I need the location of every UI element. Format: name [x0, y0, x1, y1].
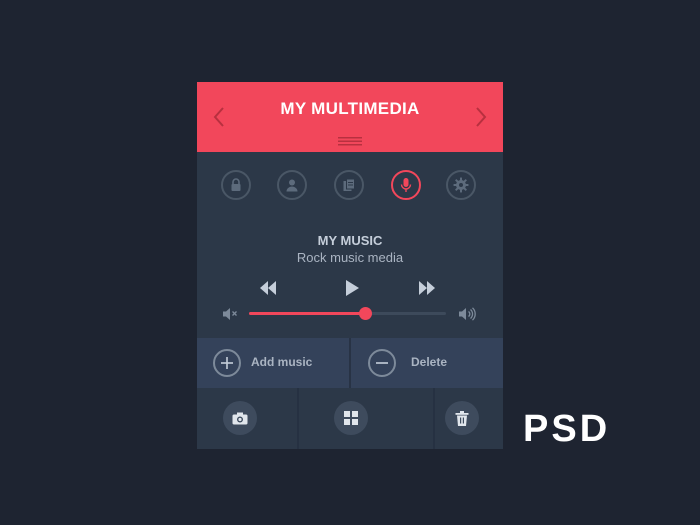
- delete-label: Delete: [411, 355, 448, 369]
- rewind-button[interactable]: [259, 281, 277, 300]
- grid-icon: [344, 411, 358, 425]
- volume-slider[interactable]: [249, 307, 446, 320]
- play-button[interactable]: [344, 280, 360, 301]
- grid-button[interactable]: [334, 401, 368, 435]
- bottom-divider-1: [297, 388, 299, 449]
- fast-forward-icon: [419, 281, 435, 295]
- page-title: MY MULTIMEDIA: [280, 99, 420, 118]
- psd-badge: PSD: [523, 408, 611, 450]
- plus-icon: [221, 357, 233, 369]
- music-title: MY MUSIC: [317, 233, 383, 248]
- camera-button[interactable]: [223, 401, 257, 435]
- add-music-button[interactable]: Add music: [197, 338, 349, 388]
- trash-button[interactable]: [445, 401, 479, 435]
- volume-slider-knob[interactable]: [359, 307, 373, 320]
- icon-toolbar: [197, 152, 503, 220]
- multimedia-widget: MY MULTIMEDIA MY MUSIC Rock music media …: [197, 82, 503, 449]
- header-bar: MY MULTIMEDIA: [197, 82, 503, 152]
- trash-icon: [455, 410, 469, 426]
- next-button[interactable]: [473, 105, 489, 129]
- menu-lines-icon: [338, 137, 362, 146]
- plus-circle: [213, 349, 241, 377]
- user-button[interactable]: [277, 170, 307, 200]
- microphone-icon: [400, 178, 412, 192]
- delete-button[interactable]: Delete: [351, 338, 503, 388]
- action-bar: Add music Delete: [197, 338, 503, 388]
- music-subtitle: Rock music media: [296, 250, 404, 265]
- microphone-button[interactable]: [391, 170, 421, 200]
- chevron-right-icon: [476, 107, 487, 127]
- mute-button[interactable]: [222, 307, 240, 326]
- rewind-icon: [260, 281, 276, 295]
- settings-button[interactable]: [446, 170, 476, 200]
- lock-icon: [231, 178, 241, 191]
- lock-button[interactable]: [221, 170, 251, 200]
- gear-icon: [453, 177, 469, 193]
- minus-icon: [376, 362, 388, 364]
- user-icon: [286, 179, 298, 192]
- camera-icon: [232, 412, 248, 424]
- volume-mute-icon: [223, 308, 237, 320]
- add-music-label: Add music: [251, 355, 313, 369]
- bottom-toolbar: [197, 388, 503, 449]
- volume-up-button[interactable]: [458, 307, 478, 326]
- document-button[interactable]: [334, 170, 364, 200]
- document-icon: [343, 178, 355, 191]
- volume-slider-fill: [249, 312, 366, 315]
- menu-handle[interactable]: [338, 133, 362, 146]
- fast-forward-button[interactable]: [418, 281, 436, 300]
- volume-up-icon: [459, 307, 476, 321]
- minus-circle: [368, 349, 396, 377]
- bottom-divider-2: [433, 388, 435, 449]
- play-icon: [346, 280, 359, 296]
